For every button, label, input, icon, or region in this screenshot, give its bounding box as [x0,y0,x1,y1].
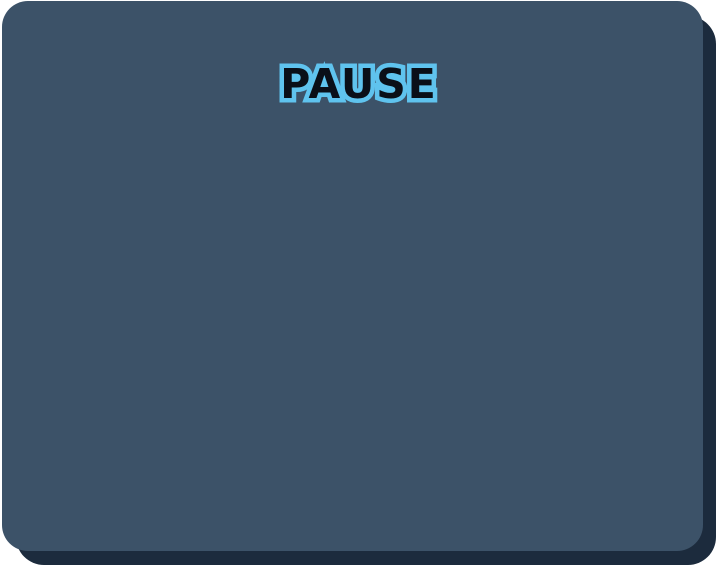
pause-screen: PAUSE [0,0,718,567]
pause-title: PAUSE [276,59,441,109]
